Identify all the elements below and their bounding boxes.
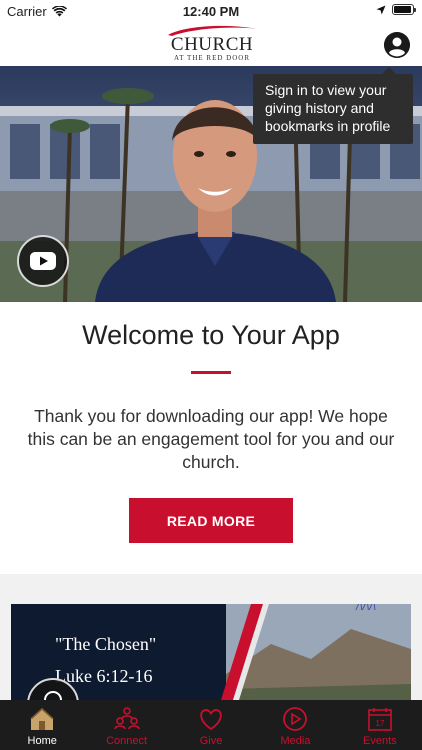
- church-logo: CHURCH AT THE RED DOOR: [160, 24, 264, 64]
- tooltip-text: Sign in to view your giving history and …: [265, 82, 391, 134]
- status-bar: Carrier 12:40 PM: [0, 0, 422, 22]
- logo-main-text: CHURCH: [170, 34, 254, 55]
- sermon-play-button[interactable]: [27, 678, 79, 700]
- welcome-title: Welcome to Your App: [82, 320, 340, 350]
- sermon-card[interactable]: /\/\/\ "The Chosen" Luke 6:12-16: [11, 604, 411, 700]
- people-icon: [113, 707, 140, 730]
- youtube-icon: [30, 252, 56, 270]
- welcome-body: Thank you for downloading our app! We ho…: [27, 406, 395, 472]
- sermon-title: "The Chosen": [55, 634, 157, 654]
- tab-media[interactable]: Media: [253, 700, 337, 750]
- tab-label: Home: [27, 735, 57, 747]
- tooltip-arrow: [382, 67, 396, 74]
- app-header: CHURCH AT THE RED DOOR: [0, 22, 422, 66]
- tab-label: Media: [280, 735, 311, 747]
- sermon-section: /\/\/\ "The Chosen" Luke 6:12-16: [0, 574, 422, 700]
- user-circle-icon: [384, 32, 410, 58]
- battery-icon: [392, 4, 416, 15]
- read-more-button[interactable]: READ MORE: [129, 498, 293, 543]
- tab-events[interactable]: 17 Events: [338, 700, 422, 750]
- sign-in-tooltip[interactable]: Sign in to view your giving history and …: [253, 67, 413, 144]
- status-time: 12:40 PM: [182, 4, 240, 19]
- logo-sub-text: AT THE RED DOOR: [174, 54, 250, 62]
- tab-label: Connect: [106, 735, 148, 747]
- youtube-play-button[interactable]: [17, 235, 69, 287]
- welcome-card: Welcome to Your App Thank you for downlo…: [0, 302, 422, 574]
- tab-bar: Home Connect Give Media 17 Events: [0, 700, 422, 750]
- heart-icon: [200, 709, 222, 731]
- profile-button[interactable]: [384, 32, 410, 58]
- tab-label: Give: [199, 735, 223, 747]
- tab-connect[interactable]: Connect: [84, 700, 168, 750]
- svg-text:/\/\/\: /\/\/\: [355, 604, 376, 613]
- svg-text:17: 17: [375, 719, 384, 728]
- location-arrow-icon: [376, 5, 386, 14]
- tab-give[interactable]: Give: [169, 700, 253, 750]
- home-icon: [30, 708, 55, 730]
- title-divider: [191, 371, 231, 374]
- tab-label: Events: [363, 735, 397, 747]
- tab-home[interactable]: Home: [0, 700, 84, 750]
- calendar-icon: 17: [368, 708, 392, 731]
- play-circle-icon: [283, 707, 308, 731]
- play-icon: [44, 691, 62, 700]
